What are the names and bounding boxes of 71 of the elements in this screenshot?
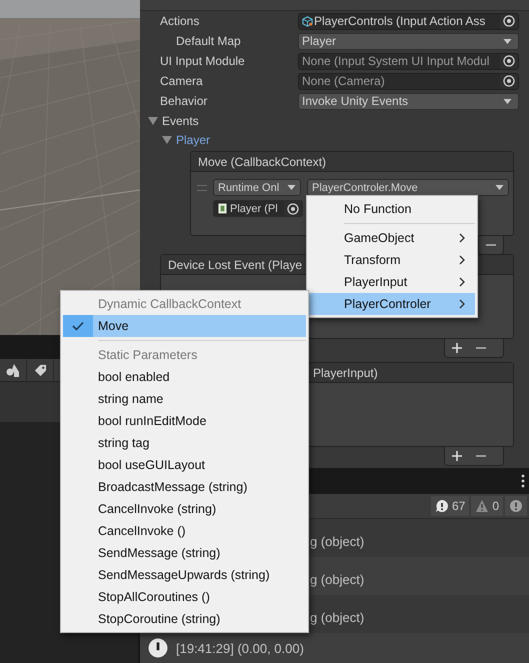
section-label[interactable]: Events: [162, 114, 199, 128]
menu-item[interactable]: SendMessageUpwards (string): [63, 564, 306, 586]
menu-item[interactable]: bool runInEditMode: [63, 410, 306, 432]
menu-header: Dynamic CallbackContext: [97, 297, 242, 311]
field-label: Camera: [160, 74, 204, 88]
caret-icon: [287, 185, 296, 190]
object-field[interactable]: Player (Pl: [213, 200, 303, 217]
menu-item[interactable]: bool useGUILayout: [63, 454, 306, 476]
event-title: Move (CallbackContext): [198, 154, 326, 168]
object-field[interactable]: PlayerControls (Input Action Ass: [298, 12, 519, 30]
warning-icon: [475, 499, 490, 513]
log-count-toggle[interactable]: [505, 496, 527, 516]
caret-icon: [503, 38, 512, 44]
target-icon[interactable]: [503, 75, 515, 87]
info-bubble-icon: [148, 638, 168, 658]
cube-icon: [302, 16, 313, 26]
error-icon: [509, 499, 523, 513]
menu-item[interactable]: BroadcastMessage (string): [63, 476, 306, 498]
runtime-dropdown[interactable]: Runtime Onl: [213, 179, 301, 196]
foldout-arrow-icon[interactable]: [162, 136, 172, 144]
shapes-icon[interactable]: [6, 363, 20, 377]
tag-icon[interactable]: [34, 364, 46, 376]
dropdown[interactable]: Invoke Unity Events: [298, 92, 519, 110]
caret-icon: [495, 185, 504, 190]
foldout-arrow-icon[interactable]: [148, 116, 158, 124]
plus-icon: [452, 451, 462, 461]
menu-item[interactable]: Move: [63, 315, 306, 337]
caret-icon: [503, 98, 512, 104]
object-field[interactable]: None (Input System UI Input Modul: [298, 52, 519, 70]
log-count-toggle[interactable]: 67: [430, 496, 470, 516]
target-icon[interactable]: [503, 15, 515, 27]
menu-item[interactable]: CancelInvoke (): [63, 520, 306, 542]
chevron-right-icon: [459, 299, 465, 309]
menu-item[interactable]: No Function: [309, 198, 475, 220]
log-count-toggle[interactable]: 0: [471, 496, 503, 516]
menu-item[interactable]: SendMessage (string): [63, 542, 306, 564]
script-icon: [218, 203, 227, 214]
menu-item[interactable]: GameObject: [309, 227, 475, 249]
checkmark-icon: [72, 321, 84, 331]
menu-item[interactable]: CancelInvoke (string): [63, 498, 306, 520]
object-field[interactable]: None (Camera): [298, 72, 519, 90]
event-title: Device Lost Event (Playe: [168, 258, 302, 272]
chevron-right-icon: [459, 255, 465, 265]
menu-header: Static Parameters: [97, 348, 198, 362]
menu-item[interactable]: bool enabled: [63, 366, 306, 388]
menu-item[interactable]: string tag: [63, 432, 306, 454]
function-dropdown[interactable]: PlayerControler.Move: [307, 179, 509, 196]
target-icon[interactable]: [503, 55, 515, 67]
field-label: Actions: [160, 14, 200, 28]
log-entry-text: g (object): [310, 572, 364, 587]
field-label: Behavior: [160, 94, 208, 108]
chevron-right-icon: [459, 233, 465, 243]
field-label: Default Map: [175, 34, 242, 48]
log-entry-text: g (object): [310, 610, 364, 625]
plus-icon: [452, 343, 462, 353]
log-entry-text: g (object): [310, 534, 364, 549]
field-label: UI Input Module: [160, 54, 246, 68]
menu-item[interactable]: PlayerControler: [309, 293, 475, 315]
target-icon[interactable]: [287, 202, 299, 214]
menu-item[interactable]: PlayerInput: [309, 271, 475, 293]
log-entry-text: [19:41:29] (0.00, 0.00): [176, 640, 304, 656]
dropdown[interactable]: Player: [298, 32, 519, 50]
info-bubble-icon: [434, 499, 449, 513]
menu-item[interactable]: string name: [63, 388, 306, 410]
section-label[interactable]: Player: [176, 132, 210, 146]
menu-item[interactable]: StopAllCoroutines (): [63, 586, 306, 608]
menu-item[interactable]: StopCoroutine (string): [63, 608, 306, 630]
menu-item[interactable]: Transform: [309, 249, 475, 271]
event-title: PlayerInput): [313, 366, 378, 380]
more-icon[interactable]: [521, 474, 525, 488]
chevron-right-icon: [459, 277, 465, 287]
